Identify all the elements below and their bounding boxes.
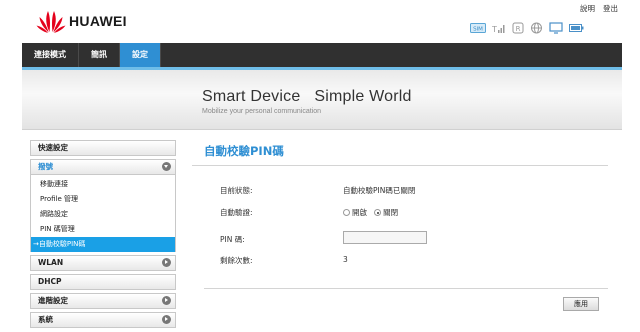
sidebar-item-label: 進階設定 [38, 296, 68, 305]
sidebar-item-label: 系統 [38, 315, 53, 324]
logout-link[interactable]: 登出 [603, 3, 618, 14]
page-title: 自動校驗PIN碼 [192, 140, 608, 166]
status-value: 自動校驗PIN碼已關閉 [343, 186, 416, 195]
svg-text:T: T [492, 25, 497, 34]
radio-on-icon [374, 209, 382, 216]
header: HUAWEI 說明 登出 SIM T R [0, 0, 640, 43]
status-icons: SIM T R [470, 22, 584, 34]
help-link[interactable]: 說明 [580, 3, 595, 14]
sidebar-item-advanced[interactable]: 進階設定 [30, 293, 176, 309]
sidebar-item-auto-pin-verify[interactable]: →自動校驗PIN碼 [31, 237, 175, 252]
auto-verify-label: 自動驗證: [220, 208, 253, 217]
tab-settings[interactable]: 設定 [120, 43, 161, 67]
huawei-petal-icon [36, 11, 66, 33]
svg-text:R: R [516, 25, 521, 33]
tab-connection-mode[interactable]: 連接模式 [22, 43, 79, 67]
tab-sms[interactable]: 簡訊 [79, 43, 120, 67]
banner-subtitle: Mobilize your personal communication [202, 108, 322, 115]
battery-icon [569, 24, 584, 32]
chevron-right-icon [162, 258, 171, 267]
remaining-value: 3 [343, 255, 348, 264]
sidebar-item-pin-management[interactable]: PIN 碼管理 [31, 222, 175, 237]
monitor-icon [549, 22, 563, 34]
enable-radio[interactable]: 開啟 [343, 208, 369, 217]
sidebar-item-quick-setup[interactable]: 快速設定 [30, 140, 176, 156]
sim-icon: SIM [470, 23, 486, 33]
remaining-label: 剩餘次數: [220, 256, 253, 265]
auto-verify-options: 開啟 關閉 [343, 207, 398, 218]
svg-text:SIM: SIM [473, 27, 483, 33]
main-nav: 連接模式 簡訊 設定 [22, 43, 622, 67]
sidebar: 快速設定 撥號 移動連接 Profile 管理 網路設定 PIN 碼管理 →自動… [30, 140, 176, 331]
status-label: 目前狀態: [220, 186, 253, 195]
brand-name: HUAWEI [69, 13, 127, 29]
sidebar-item-label: WLAN [38, 258, 64, 267]
sidebar-item-dialup[interactable]: 撥號 [30, 159, 176, 175]
huawei-logo: HUAWEI [36, 8, 127, 34]
sidebar-item-label: 撥號 [38, 162, 53, 171]
enable-radio-label: 開啟 [352, 208, 367, 217]
sidebar-item-wlan[interactable]: WLAN [30, 255, 176, 271]
pin-input[interactable] [343, 231, 427, 244]
chevron-down-icon [162, 162, 171, 171]
divider [204, 288, 608, 289]
radio-off-icon [343, 209, 350, 216]
chevron-right-icon [162, 296, 171, 305]
signal-icon: T [492, 25, 505, 34]
top-links: 說明 登出 [580, 3, 618, 14]
disable-radio-label: 關閉 [383, 208, 399, 217]
dialup-submenu: 移動連接 Profile 管理 網路設定 PIN 碼管理 →自動校驗PIN碼 [30, 175, 176, 252]
pin-label: PIN 碼: [220, 235, 245, 244]
sidebar-item-label: DHCP [38, 277, 62, 286]
banner-title: Smart Device Simple World [202, 88, 412, 105]
main-content: 自動校驗PIN碼 目前狀態: 自動校驗PIN碼已關閉 自動驗證: 開啟 關閉 P… [192, 140, 608, 311]
globe-icon [531, 22, 542, 34]
sidebar-item-mobile-connection[interactable]: 移動連接 [31, 177, 175, 192]
sidebar-item-network-settings[interactable]: 網路設定 [31, 207, 175, 222]
r-roaming-icon: R [512, 22, 524, 34]
sidebar-item-dhcp[interactable]: DHCP [30, 274, 176, 290]
disable-radio[interactable]: 關閉 [374, 208, 398, 217]
banner: Smart Device Simple World Mobilize your … [22, 70, 622, 130]
sidebar-item-profile-management[interactable]: Profile 管理 [31, 192, 175, 207]
apply-button[interactable]: 應用 [563, 297, 599, 311]
sidebar-item-system[interactable]: 系統 [30, 312, 176, 328]
chevron-right-icon [162, 315, 171, 324]
sidebar-item-label: 快速設定 [38, 143, 68, 152]
